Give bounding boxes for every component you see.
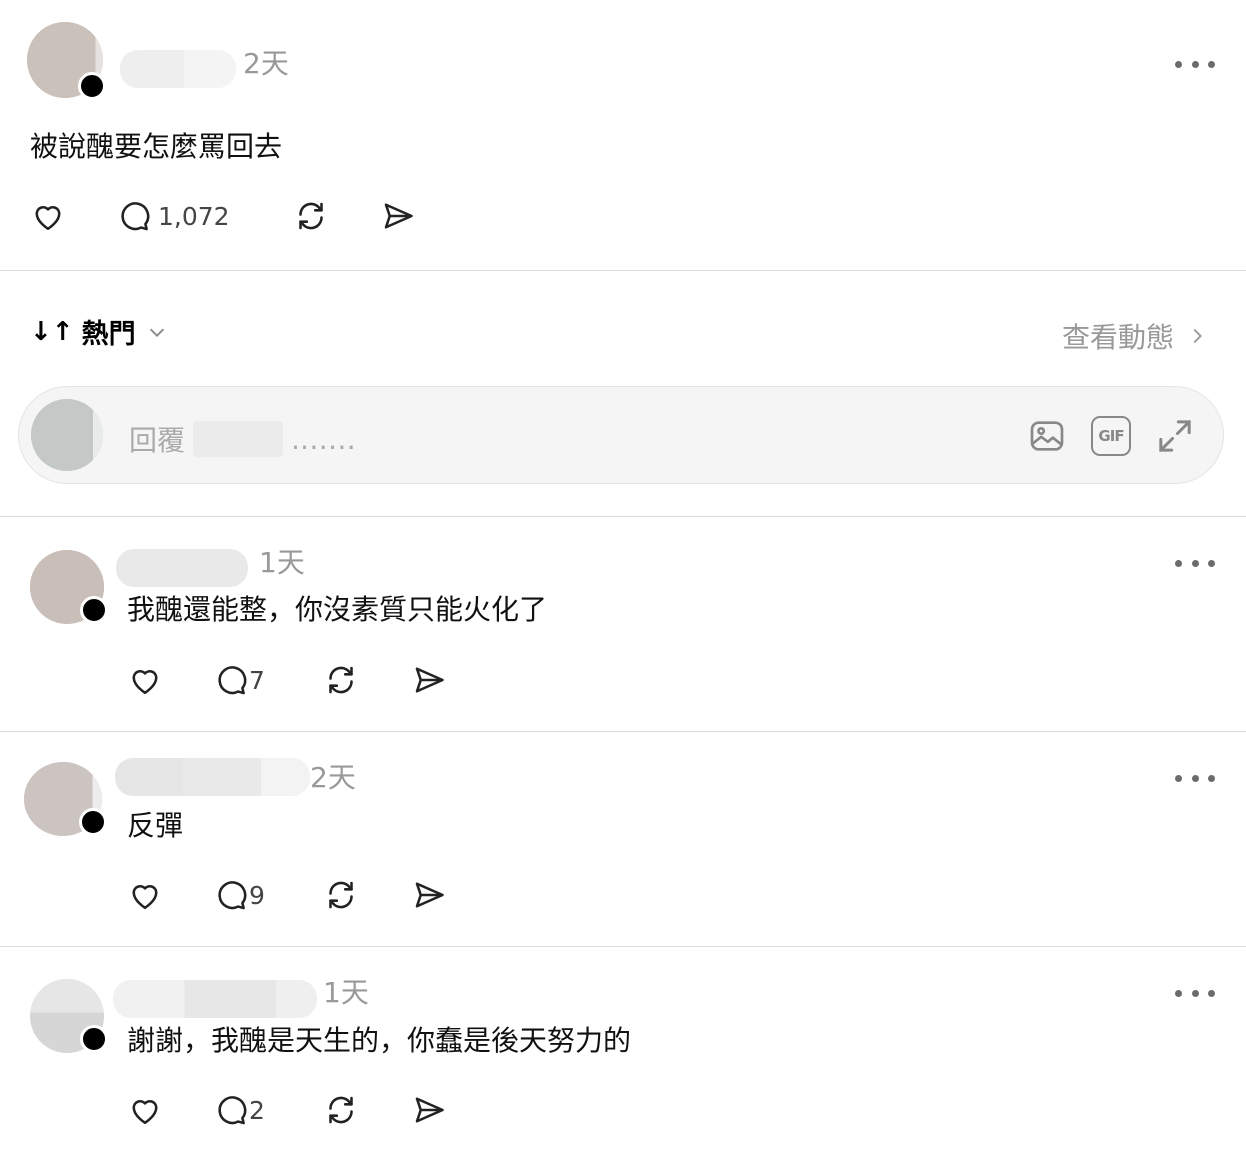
send-icon [415,1097,444,1123]
divider [0,270,1246,271]
divider [0,946,1246,947]
follow-badge-icon[interactable] [79,808,107,836]
more-icon[interactable] [1175,772,1215,784]
heart-icon [132,884,158,910]
send-icon [384,203,413,229]
comment-text: 反彈 [127,809,184,842]
share-button[interactable] [411,660,447,700]
send-icon [415,667,444,693]
sort-label: 熱門 [81,319,136,350]
send-icon [415,882,444,908]
repost-icon [329,666,353,694]
like-button[interactable] [30,196,66,236]
comment-text: 謝謝，我醜是天生的，你蠢是後天努力的 [127,1024,632,1057]
image-icon[interactable] [1027,416,1067,456]
comment-time: 1天 [259,546,305,579]
view-activity-link[interactable]: 查看動態 [1062,316,1208,356]
reply-username [193,421,284,457]
view-activity-label: 查看動態 [1061,321,1174,354]
sort-dropdown[interactable]: ↓↑ 熱門 [30,312,168,351]
reply-placeholder-suffix: .…… [291,422,356,456]
heart-icon [35,205,61,231]
repost-icon [329,1096,353,1124]
sort-arrows-icon: ↓↑ [30,316,74,347]
heart-icon [132,669,158,695]
expand-icon[interactable] [1155,416,1195,456]
heart-icon [132,1099,158,1125]
more-icon[interactable] [1175,557,1215,569]
comment-time: 1天 [323,976,369,1009]
username[interactable] [115,758,310,796]
like-button[interactable] [127,875,163,915]
repost-icon [299,202,323,230]
comment-button[interactable]: 9 [213,875,265,915]
repost-icon [329,881,353,909]
comment-icon [218,881,247,910]
share-button[interactable] [411,1090,447,1130]
chevron-down-icon [149,328,164,337]
repost-button[interactable] [293,196,329,236]
comment-button[interactable]: 7 [213,660,265,700]
reply-box[interactable]: 回覆 .…… GIF [18,386,1224,484]
gif-icon[interactable]: GIF [1091,416,1131,456]
more-icon[interactable] [1175,987,1215,999]
share-button[interactable] [411,875,447,915]
reply-input[interactable]: 回覆 .…… [129,419,356,459]
username[interactable] [116,549,248,587]
comment-actions: 7 [127,660,457,700]
follow-badge-icon[interactable] [80,596,108,624]
comment-icon [218,666,247,695]
repost-button[interactable] [323,875,359,915]
repost-button[interactable] [323,1090,359,1130]
reply-placeholder-prefix: 回覆 [129,424,186,457]
follow-badge-icon[interactable] [80,1025,108,1053]
share-button[interactable] [380,196,416,236]
comment-actions: 2 [127,1090,457,1130]
post-actions: 1,072 [30,196,450,236]
comment-button[interactable]: 2 [213,1090,265,1130]
post-text: 被說醜要怎麼罵回去 [30,130,283,163]
comment-button[interactable]: 1,072 [116,196,230,236]
divider [0,731,1246,732]
divider [0,516,1246,517]
comment-count: 2 [249,1095,265,1125]
comment-text: 我醜還能整，你沒素質只能火化了 [127,593,548,626]
comment-count: 1,072 [158,201,230,231]
follow-badge-icon[interactable] [78,72,106,100]
comment-count: 9 [249,880,265,910]
chevron-right-icon [1193,328,1202,344]
comment-icon [218,1096,247,1125]
like-button[interactable] [127,660,163,700]
comment-count: 7 [249,665,265,695]
comment-icon [121,202,150,231]
username[interactable] [113,980,317,1018]
username[interactable] [120,50,236,88]
more-icon[interactable] [1175,58,1215,70]
comment-actions: 9 [127,875,457,915]
post-time: 2天 [243,47,289,80]
like-button[interactable] [127,1090,163,1130]
repost-button[interactable] [323,660,359,700]
thread-page: 2天 被說醜要怎麼罵回去 1,072 ↓↑ 熱門 查看動態 回覆 .…… GIF… [0,0,1246,1153]
avatar [31,399,103,471]
comment-time: 2天 [310,761,356,794]
